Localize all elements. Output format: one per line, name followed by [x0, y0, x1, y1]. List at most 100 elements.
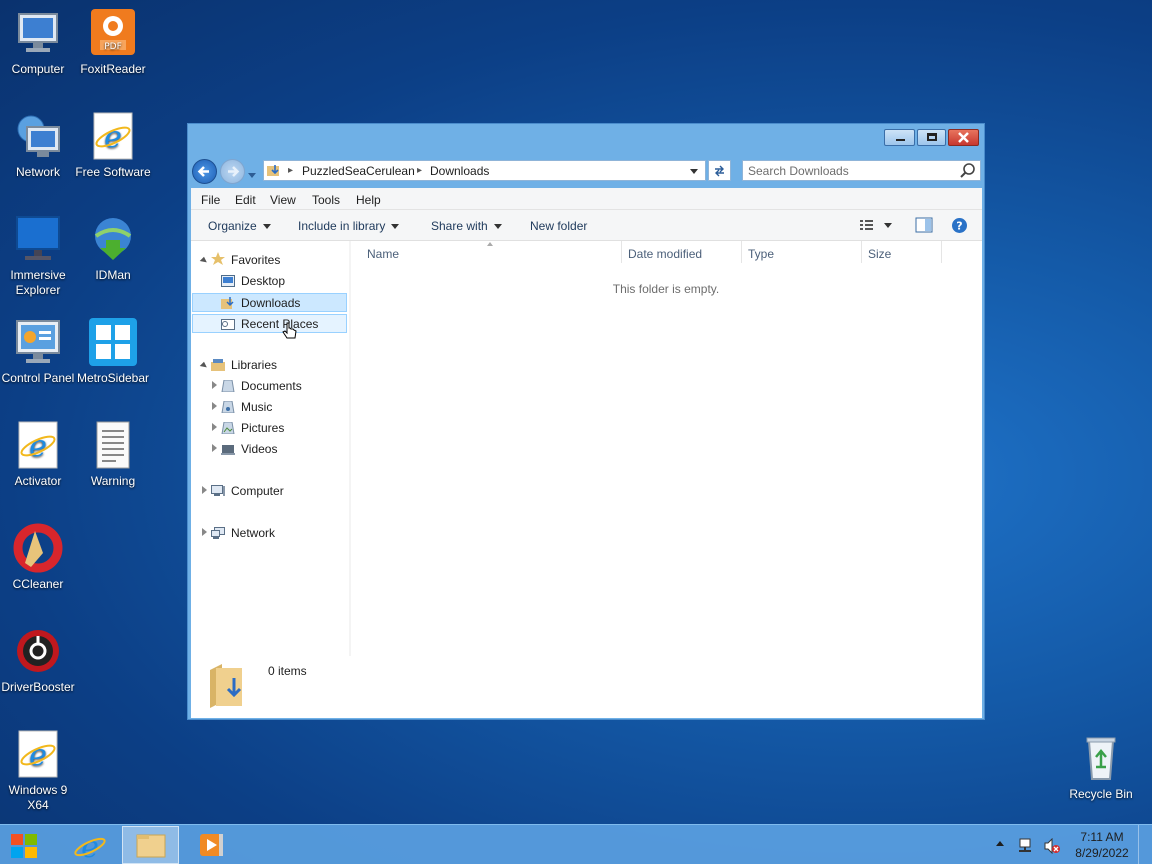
- desktop-icon-computer[interactable]: Computer: [0, 8, 76, 77]
- desktop-icon-label: IDMan: [95, 268, 131, 282]
- column-header-name[interactable]: Name: [367, 247, 399, 261]
- desktop-icon-network[interactable]: Network: [0, 111, 76, 180]
- new-folder-button[interactable]: New folder: [530, 219, 587, 233]
- menu-view[interactable]: View: [270, 193, 296, 207]
- expand-arrow-icon[interactable]: [212, 423, 217, 431]
- column-separator[interactable]: [621, 241, 622, 263]
- search-input[interactable]: Search Downloads: [742, 160, 981, 181]
- column-header-size[interactable]: Size: [868, 247, 891, 261]
- svg-text:e: e: [81, 830, 99, 864]
- expand-arrow-icon[interactable]: [212, 381, 217, 389]
- windows-logo-icon: [11, 834, 37, 858]
- pane-divider[interactable]: [349, 241, 351, 656]
- network-tray-icon[interactable]: [1018, 838, 1036, 854]
- minimize-button[interactable]: [884, 129, 915, 146]
- desktop-icon-metrosidebar[interactable]: MetroSidebar: [75, 317, 151, 386]
- libraries-expand-icon[interactable]: [199, 361, 209, 371]
- network-icon: [13, 111, 63, 161]
- desktop-folder-icon: [221, 274, 235, 287]
- clock[interactable]: 7:11 AM 8/29/2022: [1068, 829, 1136, 861]
- refresh-button[interactable]: [708, 160, 731, 181]
- nav-computer-label: Computer: [231, 484, 284, 498]
- forward-button[interactable]: [220, 159, 245, 184]
- folder-icon: [136, 834, 166, 858]
- nav-recent-places-label: Recent Places: [241, 317, 319, 331]
- share-with-button[interactable]: Share with: [431, 219, 502, 233]
- favorites-expand-icon[interactable]: [199, 256, 209, 266]
- show-desktop-button[interactable]: [1138, 825, 1152, 864]
- close-button[interactable]: [948, 129, 979, 146]
- organize-button[interactable]: Organize: [208, 219, 271, 233]
- desktop-icon-driverbooster[interactable]: DriverBooster: [0, 626, 76, 695]
- desktop-icon-recycle-bin[interactable]: Recycle Bin: [1063, 733, 1139, 802]
- nav-computer[interactable]: Computer: [211, 482, 284, 501]
- nav-network[interactable]: Network: [211, 524, 275, 543]
- desktop-icon-label: Free Software: [75, 165, 151, 179]
- taskbar-internet-explorer[interactable]: e: [64, 826, 118, 864]
- column-separator[interactable]: [741, 241, 742, 263]
- arrow-right-icon: [228, 166, 240, 177]
- nav-libraries-label: Libraries: [231, 358, 278, 372]
- desktop-icon-warning[interactable]: Warning: [75, 420, 151, 489]
- desktop-icon-windows9[interactable]: e Windows 9 X64: [0, 729, 76, 813]
- maximize-button[interactable]: [917, 129, 946, 146]
- desktop-icon-immersive-explorer[interactable]: Immersive Explorer: [0, 214, 76, 298]
- search-icon: [960, 163, 975, 178]
- music-icon: [221, 400, 235, 414]
- chevron-down-icon[interactable]: [884, 223, 893, 228]
- back-button[interactable]: [192, 159, 217, 184]
- preview-pane-button[interactable]: [915, 217, 933, 236]
- expand-arrow-icon[interactable]: [202, 486, 207, 494]
- volume-muted-icon[interactable]: [1043, 838, 1061, 854]
- explorer-window[interactable]: ▸ PuzzledSeaCerulean ▸ Downloads Search …: [187, 123, 985, 720]
- expand-arrow-icon[interactable]: [212, 402, 217, 410]
- desktop-icon-idman[interactable]: IDMan: [75, 214, 151, 283]
- nav-pictures[interactable]: Pictures: [221, 419, 284, 438]
- taskbar-media-player[interactable]: [183, 826, 237, 864]
- desktop-icon-activator[interactable]: e Activator: [0, 420, 76, 489]
- nav-desktop[interactable]: Desktop: [221, 272, 285, 291]
- column-header-date-modified[interactable]: Date modified: [628, 247, 702, 261]
- nav-recent-places[interactable]: Recent Places: [192, 314, 347, 333]
- desktop-icon-label: Warning: [90, 474, 136, 488]
- text-document-icon: [88, 420, 138, 470]
- expand-arrow-icon[interactable]: [202, 528, 207, 536]
- nav-music[interactable]: Music: [221, 398, 272, 417]
- address-bar[interactable]: ▸ PuzzledSeaCerulean ▸ Downloads: [263, 160, 706, 181]
- breadcrumb-item[interactable]: PuzzledSeaCerulean: [302, 164, 415, 178]
- nav-favorites[interactable]: Favorites: [211, 251, 280, 270]
- nav-videos[interactable]: Videos: [221, 440, 277, 459]
- menu-edit[interactable]: Edit: [235, 193, 256, 207]
- desktop-icon-foxitreader[interactable]: PDF FoxitReader: [75, 8, 151, 77]
- nav-libraries[interactable]: Libraries: [211, 356, 277, 375]
- change-view-button[interactable]: [859, 218, 893, 235]
- column-separator[interactable]: [861, 241, 862, 263]
- expand-arrow-icon[interactable]: [212, 444, 217, 452]
- monitor-icon: [13, 214, 63, 264]
- column-separator[interactable]: [941, 241, 942, 263]
- desktop-icon-label: Control Panel: [1, 371, 75, 385]
- desktop-icon-control-panel[interactable]: Control Panel: [0, 317, 76, 386]
- desktop-icon-free-software[interactable]: e Free Software: [75, 111, 151, 180]
- show-hidden-icons-button[interactable]: [996, 841, 1004, 846]
- include-label: Include in library: [298, 219, 386, 233]
- menu-file[interactable]: File: [201, 193, 220, 207]
- start-button[interactable]: [6, 831, 44, 861]
- help-button[interactable]: ?: [951, 217, 968, 237]
- address-dropdown-icon[interactable]: [690, 169, 698, 174]
- include-in-library-button[interactable]: Include in library: [298, 219, 400, 233]
- taskbar-file-explorer[interactable]: [122, 826, 179, 864]
- nav-downloads-label: Downloads: [241, 296, 301, 310]
- nav-downloads[interactable]: Downloads: [192, 293, 347, 312]
- desktop-icon-ccleaner[interactable]: CCleaner: [0, 523, 76, 592]
- recent-pages-dropdown[interactable]: [248, 168, 256, 182]
- nav-documents[interactable]: Documents: [221, 377, 302, 396]
- menu-tools[interactable]: Tools: [312, 193, 340, 207]
- breadcrumb-item[interactable]: Downloads: [430, 164, 489, 178]
- videos-icon: [221, 442, 235, 455]
- pdf-reader-icon: PDF: [88, 8, 138, 58]
- menu-help[interactable]: Help: [356, 193, 381, 207]
- column-header-type[interactable]: Type: [748, 247, 774, 261]
- file-list[interactable]: Name Date modified Type Size This folder…: [354, 241, 982, 656]
- svg-text:PDF: PDF: [104, 42, 122, 52]
